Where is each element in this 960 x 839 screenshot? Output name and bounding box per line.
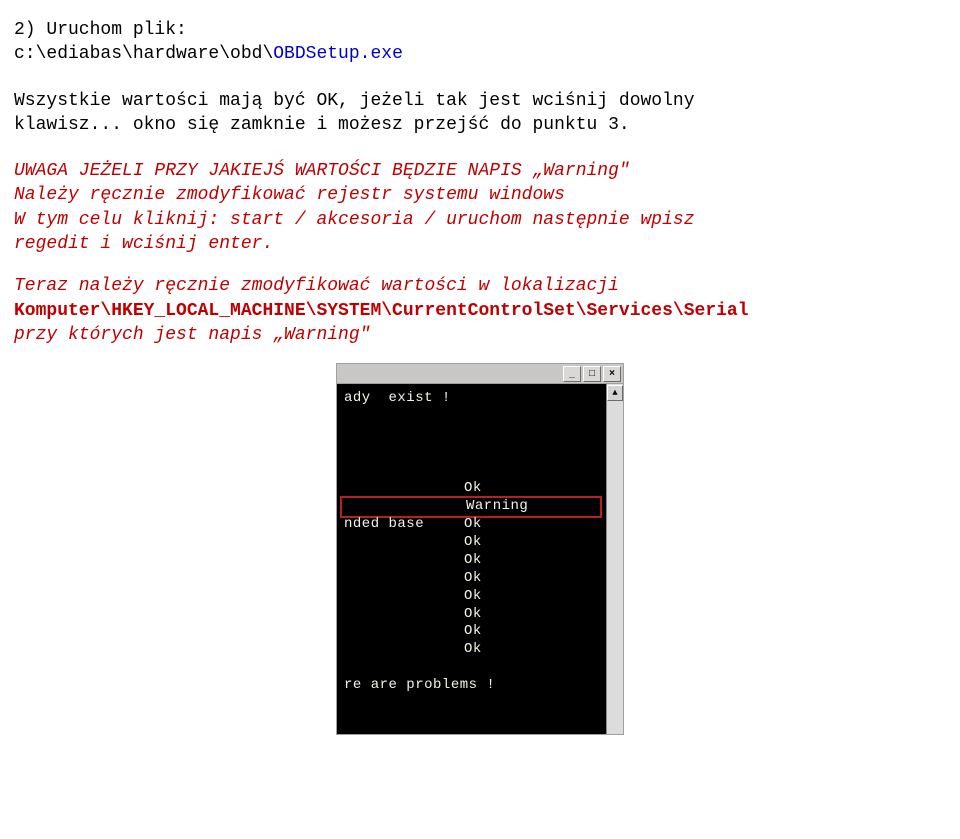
run-file-label: Uruchom plik: [46, 20, 186, 40]
warning-paragraph: UWAGA JEŻELI PRZY JAKIEJŚ WARTOŚCI BĘDZI… [14, 159, 946, 256]
warn-line1: UWAGA JEŻELI PRZY JAKIEJŚ WARTOŚCI BĘDZI… [14, 161, 630, 181]
close-button[interactable]: × [603, 366, 621, 382]
console-body: ady exist ! Ok Warning nded base [337, 384, 606, 734]
para2-line3: przy których jest napis „Warning" [14, 325, 370, 345]
console-blank [344, 408, 599, 426]
console-left [344, 480, 464, 498]
spacer [14, 256, 946, 274]
paragraph-2: Teraz należy ręcznie zmodyfikować wartoś… [14, 274, 946, 347]
console-right: Ok [464, 588, 482, 606]
console-right: Warning [466, 498, 528, 516]
console-right: Ok [464, 552, 482, 570]
window-titlebar: _ □ × [337, 364, 623, 384]
minimize-icon: _ [569, 369, 575, 379]
console-right: Ok [464, 623, 482, 641]
warning-highlight: Warning [340, 496, 602, 518]
console-left [344, 588, 464, 606]
console-left [346, 498, 466, 516]
paragraph-1: Wszystkie wartości mają być OK, jeżeli t… [14, 89, 946, 138]
arrow-up-icon: ▲ [612, 387, 617, 399]
scroll-up-button[interactable]: ▲ [607, 385, 623, 401]
console-text: re are problems ! [344, 677, 495, 695]
console-left [344, 552, 464, 570]
console-right: Ok [464, 516, 482, 534]
console-left [344, 534, 464, 552]
console-row: Ok [344, 623, 599, 641]
screenshot-container: _ □ × ady exist ! Ok [14, 363, 946, 735]
console-right: Ok [464, 570, 482, 588]
console-window: _ □ × ady exist ! Ok [336, 363, 624, 735]
close-icon: × [609, 369, 615, 379]
console-right: Ok [464, 606, 482, 624]
console-blank [344, 444, 599, 462]
console-line: re are problems ! [344, 677, 599, 695]
para1-line1: Wszystkie wartości mają być OK, jeżeli t… [14, 91, 695, 111]
maximize-icon: □ [589, 369, 595, 379]
console-right: Ok [464, 534, 482, 552]
spacer [14, 137, 946, 159]
console-line: ady exist ! [344, 390, 599, 408]
warn-line4: regedit i wciśnij enter. [14, 234, 273, 254]
console-right: Ok [464, 480, 482, 498]
document-page: 2) Uruchom plik: c:\ediabas\hardware\obd\… [0, 0, 960, 755]
console-left: nded base [344, 516, 464, 534]
maximize-button[interactable]: □ [583, 366, 601, 382]
spacer [14, 67, 946, 89]
run-file-path-prefix: c:\ediabas\hardware\obd\ [14, 44, 273, 64]
registry-path: Komputer\HKEY_LOCAL_MACHINE\SYSTEM\Curre… [14, 301, 749, 321]
console-blank [344, 426, 599, 444]
console-row: Ok [344, 641, 599, 659]
console-left [344, 623, 464, 641]
console-row: Ok [344, 552, 599, 570]
console-text: ady exist ! [344, 390, 464, 408]
console-row: Ok [344, 534, 599, 552]
console-row: Ok [344, 606, 599, 624]
window-body-outer: ady exist ! Ok Warning nded base [337, 384, 623, 734]
scrollbar[interactable]: ▲ [606, 384, 623, 734]
warn-line3: W tym celu kliknij: start / akcesoria / … [14, 210, 695, 230]
console-row: Ok [344, 588, 599, 606]
warn-line2: Należy ręcznie zmodyfikować rejestr syst… [14, 185, 565, 205]
console-row: Ok [344, 570, 599, 588]
console-left [344, 570, 464, 588]
console-blank [344, 659, 599, 677]
run-file-exe: OBDSetup.exe [273, 44, 403, 64]
step-number: 2) [14, 20, 46, 40]
console-left [344, 606, 464, 624]
console-blank [344, 462, 599, 480]
console-row: nded base Ok [344, 516, 599, 534]
console-left [344, 641, 464, 659]
step-2-heading: 2) Uruchom plik: c:\ediabas\hardware\obd\… [14, 18, 946, 67]
minimize-button[interactable]: _ [563, 366, 581, 382]
para2-line1: Teraz należy ręcznie zmodyfikować wartoś… [14, 276, 619, 296]
console-right: Ok [464, 641, 482, 659]
para1-line2: klawisz... okno się zamknie i możesz prz… [14, 115, 630, 135]
